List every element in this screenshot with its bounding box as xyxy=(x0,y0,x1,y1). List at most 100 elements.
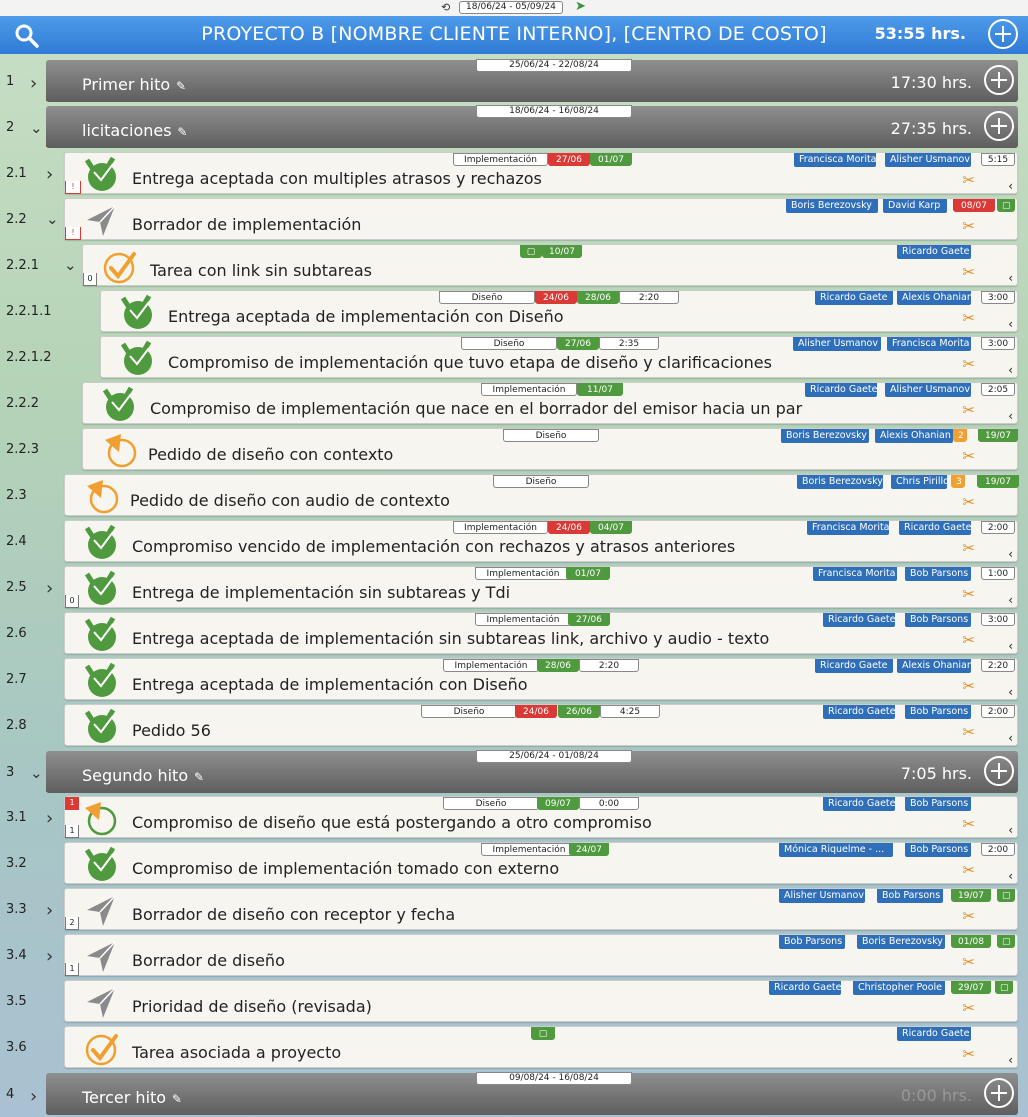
milestone-name[interactable]: Primer hito ✎ xyxy=(82,75,186,94)
task-card[interactable]: Tarea asociada a proyecto Ricardo Gaete ▢ ✂… xyxy=(64,1026,1018,1068)
tools-icon[interactable]: ✂ xyxy=(962,1045,975,1063)
collapse-left-icon[interactable]: ‹ xyxy=(1008,639,1013,653)
milestone-bar[interactable]: 09/08/24 - 16/08/24 Tercer hito ✎ 0:00 hrs… xyxy=(46,1072,1018,1115)
collapse-left-icon[interactable]: ‹ xyxy=(1008,363,1013,377)
calendar-icon[interactable]: ▢ xyxy=(520,245,542,258)
history-icon[interactable]: ⟲ xyxy=(441,1,450,14)
task-name[interactable]: Entrega aceptada con multiples atrasos y… xyxy=(132,169,542,188)
task-card[interactable]: Entrega aceptada de implementación con D… xyxy=(100,290,1018,332)
task-name[interactable]: Compromiso de implementación que nace en… xyxy=(150,399,802,418)
tools-icon[interactable]: ✂ xyxy=(962,723,975,741)
add-task-button[interactable] xyxy=(984,111,1014,141)
milestone-name[interactable]: Segundo hito ✎ xyxy=(82,766,204,785)
collapse-chevron-icon[interactable]: ⌄ xyxy=(64,256,77,274)
tools-icon[interactable]: ✂ xyxy=(962,585,975,603)
tools-icon[interactable]: ✂ xyxy=(962,355,975,373)
collapse-left-icon[interactable]: ‹ xyxy=(1008,823,1013,837)
add-task-button[interactable] xyxy=(984,756,1014,786)
calendar-icon[interactable]: ▢ xyxy=(997,889,1015,902)
tools-icon[interactable]: ✂ xyxy=(962,263,975,281)
task-name[interactable]: Borrador de implementación xyxy=(132,215,361,234)
tools-icon[interactable]: ✂ xyxy=(962,677,975,695)
tools-icon[interactable]: ✂ xyxy=(962,539,975,557)
task-name[interactable]: Compromiso de implementación que tuvo et… xyxy=(168,353,772,372)
tools-icon[interactable]: ✂ xyxy=(962,907,975,925)
task-card[interactable]: Compromiso de implementación que tuvo et… xyxy=(100,336,1018,378)
milestone-bar[interactable]: 25/06/24 - 22/08/24 Primer hito ✎ 17:30 hr… xyxy=(46,59,1018,102)
task-card[interactable]: Entrega aceptada con multiples atrasos y… xyxy=(64,152,1018,194)
add-task-button[interactable] xyxy=(984,65,1014,95)
task-card[interactable]: Borrador de implementación!08/0708/07Bor… xyxy=(64,198,1018,240)
collapse-chevron-icon[interactable]: ⌄ xyxy=(30,764,43,782)
collapse-left-icon[interactable]: ‹ xyxy=(1008,593,1013,607)
task-card[interactable]: Compromiso de diseño que está postergand… xyxy=(64,796,1018,838)
expand-chevron-icon[interactable]: › xyxy=(46,900,53,921)
task-name[interactable]: Compromiso de implementación tomado con … xyxy=(132,859,559,878)
task-name[interactable]: Compromiso vencido de implementación con… xyxy=(132,537,735,556)
expand-chevron-icon[interactable]: › xyxy=(46,578,53,599)
edit-pencil-icon[interactable]: ✎ xyxy=(190,770,204,784)
tools-icon[interactable]: ✂ xyxy=(962,631,975,649)
task-name[interactable]: Entrega aceptada de implementación con D… xyxy=(132,675,528,694)
task-name[interactable]: Pedido 56 xyxy=(132,721,211,740)
calendar-icon[interactable]: ▢ xyxy=(995,981,1013,994)
tools-icon[interactable]: ✂ xyxy=(962,493,975,511)
collapse-left-icon[interactable]: ‹ xyxy=(1008,179,1013,193)
collapse-left-icon[interactable]: ‹ xyxy=(1008,731,1013,745)
tools-icon[interactable]: ✂ xyxy=(962,447,975,465)
tools-icon[interactable]: ✂ xyxy=(962,999,975,1017)
task-card[interactable]: Entrega aceptada de implementación sin s… xyxy=(64,612,1018,654)
collapse-chevron-icon[interactable]: ⌄ xyxy=(46,210,59,228)
collapse-left-icon[interactable]: ‹ xyxy=(1008,317,1013,331)
task-card[interactable]: Entrega aceptada de implementación con D… xyxy=(64,658,1018,700)
task-name[interactable]: Borrador de diseño con receptor y fecha xyxy=(132,905,455,924)
milestone-bar[interactable]: 18/06/24 - 16/08/24 licitaciones ✎ 27:35 h… xyxy=(46,105,1018,148)
tools-icon[interactable]: ✂ xyxy=(962,815,975,833)
task-card[interactable]: Pedido de diseño con audio de contexto Di… xyxy=(64,474,1019,516)
collapse-left-icon[interactable]: ‹ xyxy=(1008,271,1013,285)
collapse-left-icon[interactable]: ‹ xyxy=(1008,1053,1013,1067)
edit-pencil-icon[interactable]: ✎ xyxy=(174,125,187,139)
edit-pencil-icon[interactable]: ✎ xyxy=(168,1092,182,1106)
collapse-chevron-icon[interactable]: ⌄ xyxy=(30,119,43,137)
tools-icon[interactable]: ✂ xyxy=(962,401,975,419)
milestone-bar[interactable]: 25/06/24 - 01/08/24 Segundo hito ✎ 7:05 hr… xyxy=(46,750,1018,793)
task-name[interactable]: Entrega aceptada de implementación con D… xyxy=(168,307,564,326)
milestone-name[interactable]: licitaciones ✎ xyxy=(82,121,187,140)
milestone-name[interactable]: Tercer hito ✎ xyxy=(82,1088,182,1107)
tools-icon[interactable]: ✂ xyxy=(962,861,975,879)
task-name[interactable]: Tarea con link sin subtareas xyxy=(150,261,372,280)
send-icon[interactable]: ➤ xyxy=(575,0,586,14)
collapse-left-icon[interactable]: ‹ xyxy=(1008,547,1013,561)
calendar-icon[interactable]: ▢ xyxy=(531,1027,555,1040)
task-name[interactable]: Pedido de diseño con contexto xyxy=(148,445,393,464)
edit-pencil-icon[interactable]: ✎ xyxy=(172,79,186,93)
task-card[interactable]: Pedido de diseño con contexto Diseño 19/07… xyxy=(82,428,1018,470)
add-milestone-button[interactable] xyxy=(988,19,1018,49)
expand-chevron-icon[interactable]: › xyxy=(30,73,37,94)
task-card[interactable]: Prioridad de diseño (revisada) 29/07 Ricar… xyxy=(64,980,1018,1022)
collapse-left-icon[interactable]: ‹ xyxy=(1008,685,1013,699)
task-card[interactable]: Borrador de diseño 1 01/08 Bob Parsons Boris… xyxy=(64,934,1018,976)
add-task-button[interactable] xyxy=(984,1078,1014,1108)
task-card[interactable]: Borrador de diseño con receptor y fecha 2… xyxy=(64,888,1018,930)
calendar-icon[interactable]: ▢ xyxy=(997,199,1015,212)
calendar-icon[interactable]: ▢ xyxy=(997,935,1015,948)
task-name[interactable]: Borrador de diseño xyxy=(132,951,285,970)
expand-chevron-icon[interactable]: › xyxy=(46,946,53,967)
task-name[interactable]: Tarea asociada a proyecto xyxy=(132,1043,341,1062)
expand-chevron-icon[interactable]: › xyxy=(46,164,53,185)
tools-icon[interactable]: ✂ xyxy=(962,953,975,971)
task-card[interactable]: Pedido 56 Diseño 24/06 26/06 4:25 Ricardo Gae… xyxy=(64,704,1018,746)
task-name[interactable]: Pedido de diseño con audio de contexto xyxy=(130,491,450,510)
task-card[interactable]: Tarea con link sin subtareas 0 10/07 Ricard… xyxy=(82,244,1018,286)
collapse-left-icon[interactable]: ‹ xyxy=(1008,869,1013,883)
tools-icon[interactable]: ✂ xyxy=(962,217,975,235)
expand-chevron-icon[interactable]: › xyxy=(46,808,53,829)
task-card[interactable]: Compromiso vencido de implementación con… xyxy=(64,520,1018,562)
task-name[interactable]: Prioridad de diseño (revisada) xyxy=(132,997,372,1016)
task-name[interactable]: Compromiso de diseño que está postergand… xyxy=(132,813,652,832)
task-card[interactable]: Compromiso de implementación que nace en… xyxy=(82,382,1018,424)
collapse-left-icon[interactable]: ‹ xyxy=(1008,409,1013,423)
task-name[interactable]: Entrega de implementación sin subtareas … xyxy=(132,583,510,602)
